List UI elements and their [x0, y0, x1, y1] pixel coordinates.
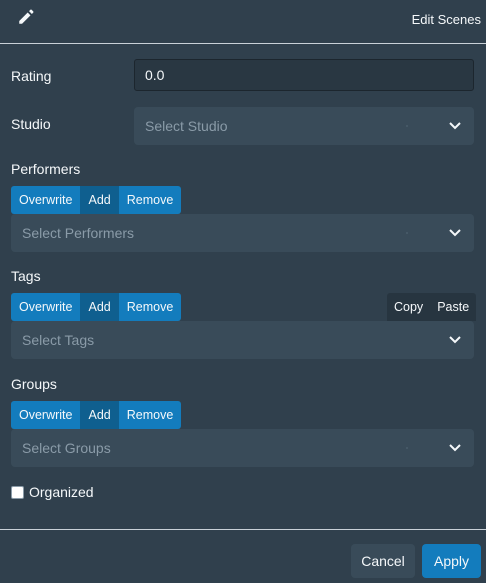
tags-remove-button[interactable]: Remove: [118, 293, 182, 321]
chevron-down-icon[interactable]: [448, 442, 462, 454]
select-separator: [406, 232, 408, 234]
tags-select[interactable]: Select Tags: [11, 321, 474, 359]
studio-placeholder: Select Studio: [145, 118, 228, 134]
performers-placeholder: Select Performers: [22, 225, 135, 241]
modal-header: Edit Scenes: [0, 0, 486, 44]
performers-mode-group: Overwrite Add Remove: [11, 186, 182, 214]
organized-checkbox[interactable]: [11, 485, 24, 499]
studio-label: Studio: [11, 116, 51, 132]
groups-placeholder: Select Groups: [22, 440, 111, 456]
pencil-icon: [19, 9, 34, 24]
select-separator: [406, 125, 408, 127]
tags-overwrite-button[interactable]: Overwrite: [11, 293, 81, 321]
tags-copy-paste-group: Copy Paste: [387, 293, 477, 321]
select-separator: [406, 447, 408, 449]
groups-mode-group: Overwrite Add Remove: [11, 401, 182, 429]
tags-paste-button[interactable]: Paste: [430, 293, 476, 321]
chevron-down-icon[interactable]: [448, 227, 462, 239]
rating-label: Rating: [11, 68, 52, 84]
performers-remove-button[interactable]: Remove: [118, 186, 182, 214]
apply-button[interactable]: Apply: [422, 544, 481, 578]
chevron-down-icon[interactable]: [448, 120, 462, 132]
performers-add-button[interactable]: Add: [80, 186, 119, 214]
modal-title: Edit Scenes: [411, 12, 481, 27]
groups-select[interactable]: Select Groups: [11, 429, 474, 467]
performers-label: Performers: [11, 161, 81, 177]
groups-add-button[interactable]: Add: [80, 401, 119, 429]
organized-row: Organized: [11, 483, 94, 501]
groups-remove-button[interactable]: Remove: [118, 401, 182, 429]
chevron-down-icon[interactable]: [448, 334, 462, 346]
cancel-button[interactable]: Cancel: [351, 544, 415, 578]
groups-label: Groups: [11, 376, 57, 392]
studio-select[interactable]: Select Studio: [134, 107, 474, 145]
tags-label: Tags: [11, 268, 41, 284]
performers-select[interactable]: Select Performers: [11, 214, 474, 252]
performers-overwrite-button[interactable]: Overwrite: [11, 186, 81, 214]
tags-mode-group: Overwrite Add Remove: [11, 293, 182, 321]
organized-label[interactable]: Organized: [29, 484, 94, 500]
groups-overwrite-button[interactable]: Overwrite: [11, 401, 81, 429]
footer-divider: [0, 529, 486, 530]
tags-add-button[interactable]: Add: [80, 293, 119, 321]
tags-copy-button[interactable]: Copy: [387, 293, 430, 321]
tags-placeholder: Select Tags: [22, 332, 95, 348]
rating-input[interactable]: 0.0: [134, 59, 474, 91]
